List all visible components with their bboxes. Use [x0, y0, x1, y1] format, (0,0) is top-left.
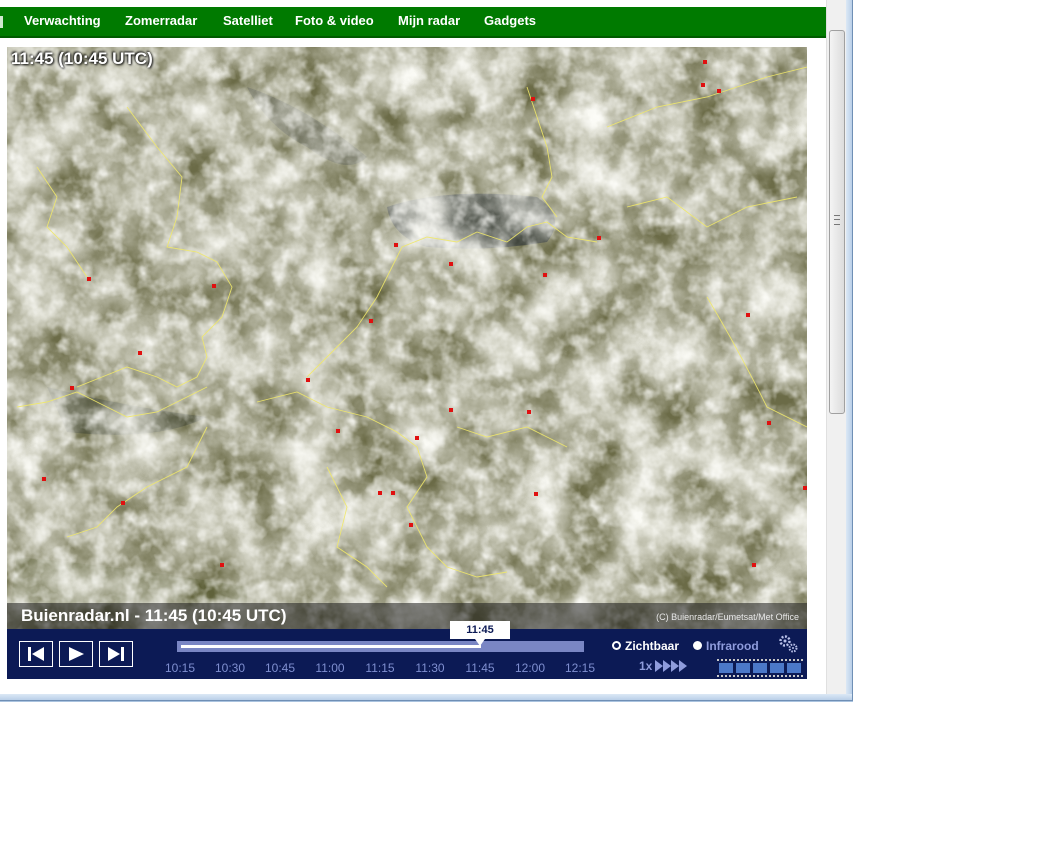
nav-item-foto-video[interactable]: Foto & video: [295, 7, 374, 36]
satellite-map: [7, 47, 807, 629]
fast-forward-icon[interactable]: [655, 658, 689, 674]
timeline-label: 11:15: [365, 661, 395, 675]
timeline-label: 11:00: [315, 661, 345, 675]
timeline-label: 10:30: [214, 661, 246, 675]
nav-item-zomerradar[interactable]: Zomerradar: [125, 7, 197, 36]
radio-selected-icon: [612, 641, 621, 651]
caption-title: Buienradar.nl - 11:45 (10:45 UTC): [21, 606, 287, 625]
skip-forward-icon: [108, 647, 124, 661]
timeline-label: 10:15: [164, 661, 196, 675]
timeline-label: 11:45: [465, 661, 495, 675]
skip-back-icon: [28, 647, 44, 661]
timeline-label: 12:15: [564, 661, 596, 675]
gear-icon[interactable]: [777, 633, 799, 655]
satellite-image: 11:45 (10:45 UTC) Buienradar.nl - 11:45 …: [7, 47, 807, 629]
speed-label: 1x: [639, 659, 653, 673]
play-button[interactable]: [59, 641, 93, 667]
vertical-scrollbar[interactable]: [826, 0, 846, 694]
mode-visible-label: Zichtbaar: [625, 639, 680, 653]
timeline-label: 11:30: [415, 661, 445, 675]
frame-thumb[interactable]: [770, 663, 784, 673]
nav-item-satelliet[interactable]: Satelliet: [223, 7, 273, 36]
radio-unselected-icon: [693, 641, 702, 651]
satellite-viewer: 11:45 (10:45 UTC) Buienradar.nl - 11:45 …: [7, 47, 807, 679]
current-time-marker[interactable]: 11:45: [450, 621, 510, 646]
main-nav: Verwachting Zomerradar Satelliet Foto & …: [0, 7, 826, 38]
nav-item-verwachting[interactable]: Verwachting: [24, 7, 101, 36]
playback-controls: 11:45 10:15 10:30 10:45 11:00 11:15 11:30 11:4…: [7, 621, 807, 679]
copyright-text: (C) Buienradar/Eumetsat/Met Office: [656, 612, 799, 622]
skip-back-button[interactable]: [19, 641, 53, 667]
nav-item-mijn-radar[interactable]: Mijn radar: [398, 7, 460, 36]
overlay-timestamp: 11:45 (10:45 UTC): [11, 49, 153, 68]
frame-thumb[interactable]: [787, 663, 801, 673]
mode-infrared-radio[interactable]: Infrarood: [693, 639, 759, 653]
frame-strip[interactable]: [717, 659, 803, 677]
browser-window: Verwachting Zomerradar Satelliet Foto & …: [0, 0, 853, 701]
window-border-right: [846, 0, 852, 700]
frame-thumb[interactable]: [719, 663, 733, 673]
timeline-progress: [181, 645, 481, 648]
caption-bar: Buienradar.nl - 11:45 (10:45 UTC) (C) Bu…: [7, 603, 807, 629]
mode-infrared-label: Infrarood: [706, 639, 759, 653]
play-icon: [69, 647, 84, 661]
frame-thumb[interactable]: [736, 663, 750, 673]
skip-forward-button[interactable]: [99, 641, 133, 667]
mode-visible-radio[interactable]: Zichtbaar: [612, 639, 679, 653]
nav-item-gadgets[interactable]: Gadgets: [484, 7, 536, 36]
timeline-label: 12:00: [514, 661, 546, 675]
frame-thumb[interactable]: [753, 663, 767, 673]
window-border-bottom: [0, 694, 852, 700]
timeline-label: 10:45: [264, 661, 296, 675]
grip-icon: [834, 215, 840, 225]
nav-edge: [0, 16, 3, 28]
scrollbar-thumb[interactable]: [829, 30, 845, 414]
timeline-slider[interactable]: 11:45: [177, 621, 584, 652]
